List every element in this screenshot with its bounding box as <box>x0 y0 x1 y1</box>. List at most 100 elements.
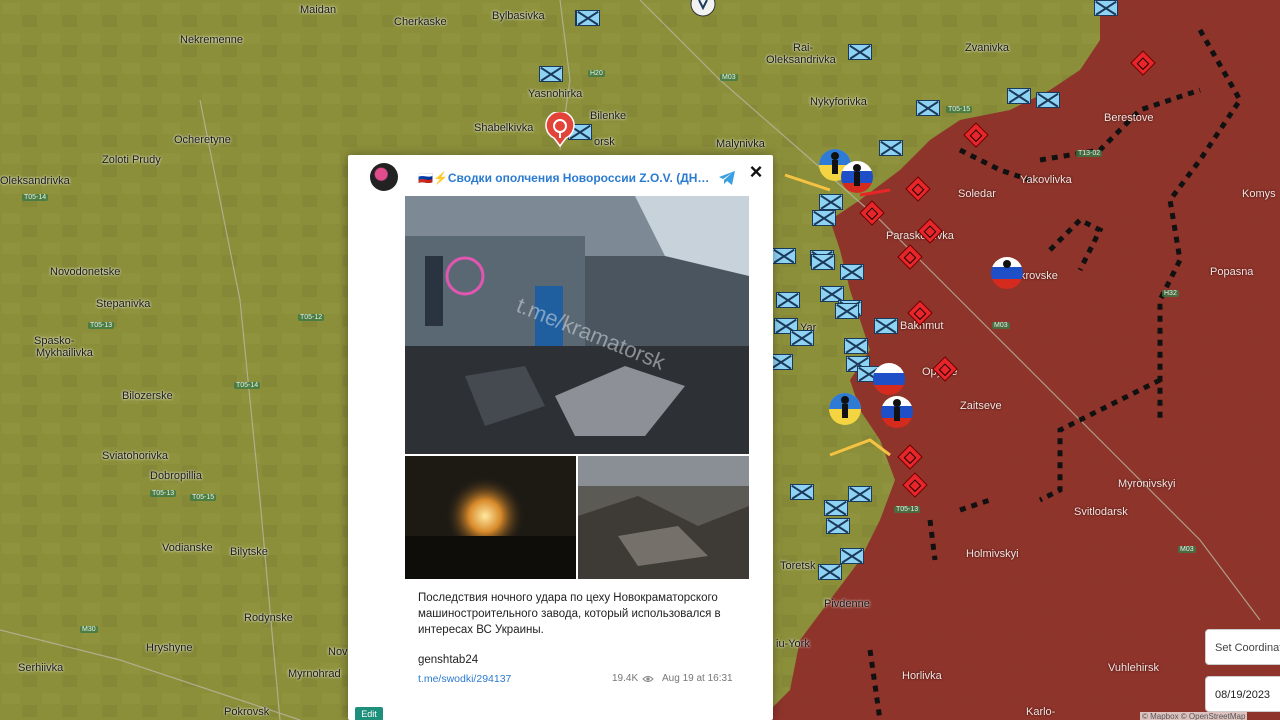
place-label: Ocheretyne <box>174 134 231 146</box>
ukrainian-unit-icon[interactable] <box>576 10 600 26</box>
ukrainian-unit-icon[interactable] <box>835 303 859 319</box>
place-label: Novodonetske <box>50 266 121 278</box>
date-picker[interactable]: 08/19/2023 <box>1205 676 1280 712</box>
channel-avatar[interactable] <box>370 163 398 191</box>
ukrainian-unit-icon[interactable] <box>1007 88 1031 104</box>
russia-flag-marker-icon[interactable] <box>872 362 906 396</box>
ukrainian-unit-icon[interactable] <box>812 210 836 226</box>
ukrainian-unit-icon[interactable] <box>826 518 850 534</box>
russia-flag-marker-icon[interactable] <box>880 395 914 429</box>
place-label: Malynivka <box>716 138 765 150</box>
post-link[interactable]: t.me/swodki/294137 <box>418 673 511 685</box>
road-label: M03 <box>1178 546 1196 553</box>
road-label: T13-02 <box>1076 150 1103 157</box>
set-coordinates-input[interactable]: Set Coordinates <box>1205 629 1280 665</box>
place-label: Maidan <box>300 4 337 16</box>
road-label: T05-14 <box>234 382 261 389</box>
ukrainian-unit-icon[interactable] <box>916 100 940 116</box>
road-label: T05-13 <box>894 506 921 513</box>
road-label: M03 <box>992 322 1010 329</box>
ukrainian-unit-icon[interactable] <box>790 330 814 346</box>
place-label: Popasna <box>1210 266 1254 278</box>
post-date: Aug 19 at 16:31 <box>662 673 733 684</box>
ukrainian-unit-icon[interactable] <box>772 248 796 264</box>
place-label: Bilenke <box>590 110 627 122</box>
place-label: Sviatohorivka <box>102 450 169 462</box>
place-label: Vuhlehirsk <box>1108 662 1159 674</box>
place-label: Nykyforivka <box>810 96 867 108</box>
ukrainian-unit-icon[interactable] <box>840 264 864 280</box>
road-label: M03 <box>720 74 738 81</box>
ukrainian-unit-icon[interactable] <box>776 292 800 308</box>
place-label: Serhiivka <box>18 662 64 674</box>
place-label: Hryshyne <box>146 642 193 654</box>
road-label: T05-13 <box>150 490 177 497</box>
place-label: Karlo- <box>1026 706 1056 718</box>
map-attribution[interactable]: © Mapbox © OpenStreetMap <box>1140 712 1248 720</box>
place-label: Berestove <box>1104 112 1154 124</box>
russia-flag-marker-icon[interactable] <box>990 256 1024 290</box>
place-label: Holmivskyi <box>966 548 1019 560</box>
place-label: Oleksandrivka <box>766 54 836 66</box>
place-label: Pokrovsk <box>224 706 270 718</box>
road-label: T05-15 <box>946 106 973 113</box>
edit-button[interactable]: Edit <box>355 707 383 720</box>
road-label: H32 <box>1162 290 1179 297</box>
road-label: M30 <box>80 626 98 633</box>
post-photo-debris[interactable] <box>578 456 749 579</box>
ukrainian-unit-icon[interactable] <box>844 338 868 354</box>
ukrainian-unit-icon[interactable] <box>1036 92 1060 108</box>
ukrainian-unit-icon[interactable] <box>1094 0 1118 16</box>
road-label: H20 <box>588 70 605 77</box>
place-label: krovske <box>1020 270 1058 282</box>
ukrainian-unit-icon[interactable] <box>840 548 864 564</box>
place-label: Pivdenne <box>824 598 870 610</box>
close-button[interactable]: × <box>744 160 768 184</box>
ukrainian-unit-icon[interactable] <box>539 66 563 82</box>
post-hashtag[interactable]: genshtab24 <box>418 654 478 666</box>
place-label: Zvanivka <box>965 42 1010 54</box>
place-label: Spasko- <box>34 335 75 347</box>
ukrainian-unit-icon[interactable] <box>818 564 842 580</box>
place-label: Vodianske <box>162 542 213 554</box>
ukrainian-unit-icon[interactable] <box>790 484 814 500</box>
place-label: Nekremenne <box>180 34 243 46</box>
location-pin-icon[interactable] <box>544 112 576 148</box>
place-label: Bilytske <box>230 546 268 558</box>
eye-icon <box>642 676 654 682</box>
ukraine-flag-marker-icon[interactable] <box>828 392 862 426</box>
place-label: Dobropillia <box>150 470 202 482</box>
ukrainian-unit-icon[interactable] <box>848 44 872 60</box>
place-label: Soledar <box>958 188 996 200</box>
ukrainian-unit-icon[interactable] <box>819 194 843 210</box>
place-label: Myrnohrad <box>288 668 341 680</box>
ukrainian-unit-icon[interactable] <box>848 486 872 502</box>
post-photo-main[interactable]: t.me/kramatorsk <box>405 196 749 454</box>
post-photo-night[interactable] <box>405 456 576 579</box>
place-label: Stepanivka <box>96 298 151 310</box>
telegram-icon[interactable] <box>718 170 736 186</box>
ukrainian-unit-icon[interactable] <box>811 254 835 270</box>
place-label: Yasnohirka <box>528 88 583 100</box>
place-label: Rodynske <box>244 612 293 624</box>
russia-flag-marker-icon[interactable] <box>840 160 874 194</box>
road-label: T05-15 <box>190 494 217 501</box>
place-label: orsk <box>594 136 615 148</box>
channel-name[interactable]: 🇷🇺⚡Сводки ополчения Новороссии Z.O.V. (Д… <box>418 171 710 185</box>
place-label: Nov <box>328 646 348 658</box>
place-label: Toretsk <box>780 560 816 572</box>
post-views: 19.4K <box>612 673 639 684</box>
ukrainian-unit-icon[interactable] <box>874 318 898 334</box>
place-label: Myronivskyi <box>1118 478 1176 490</box>
place-label: Svitlodarsk <box>1074 506 1128 518</box>
ukrainian-unit-icon[interactable] <box>879 140 903 156</box>
road-label: T05-13 <box>88 322 115 329</box>
place-label: Bylbasivka <box>492 10 545 22</box>
crest-marker-icon[interactable] <box>690 0 716 18</box>
road-label: T05-14 <box>22 194 49 201</box>
place-label: Zoloti Prudy <box>102 154 161 166</box>
place-label: Bilozerske <box>122 390 173 402</box>
place-label: Oleksandrivka <box>0 175 70 187</box>
ukrainian-unit-icon[interactable] <box>824 500 848 516</box>
place-label: iu-York <box>776 638 810 650</box>
